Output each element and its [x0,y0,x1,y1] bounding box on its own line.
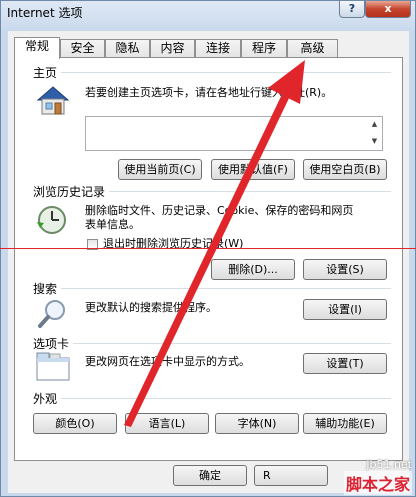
tabs-settings-button[interactable]: 设置(T) [303,353,387,374]
scroll-down-icon[interactable]: ▼ [368,137,381,145]
homepage-heading: 主页 [33,64,62,81]
tab-content[interactable]: 内容 [150,39,195,58]
general-tab-panel: 主页 若要创建主页选项卡，请在各地址行键入地址(R)。 ▲ ▼ 使用当前页(C)… [14,57,403,461]
tab-connections[interactable]: 连接 [195,39,241,58]
watermark: jb51.net 脚本之家 [343,458,412,495]
tabs-section-divider [73,343,391,344]
cancel-button[interactable]: R [254,465,328,486]
languages-button[interactable]: 语言(L) [125,413,209,434]
tab-advanced[interactable]: 高级 [287,39,338,58]
watermark-site: jb51.net [366,458,412,471]
house-icon [36,86,70,115]
use-current-button[interactable]: 使用当前页(C) [118,159,202,180]
use-default-button[interactable]: 使用默认值(F) [211,159,295,180]
colors-button[interactable]: 颜色(O) [33,413,117,434]
magnifier-icon [38,300,65,328]
fonts-button[interactable]: 字体(N) [215,413,299,434]
search-heading: 搜索 [33,280,62,297]
window-title: Internet 选项 [7,6,83,20]
delete-history-button[interactable]: 删除(D)... [211,259,295,280]
history-clock-icon [37,206,66,234]
appearance-divider [61,398,391,399]
tabbed-window-icon [36,352,70,381]
watermark-name: 脚本之家 [343,471,412,495]
annotation-red-line [0,248,416,249]
tabs-section-description: 更改网页在选项卡中显示的方式。 [85,355,250,368]
use-blank-button[interactable]: 使用空白页(B) [303,159,387,180]
history-description-line1: 删除临时文件、历史记录、Cookie、保存的密码和网页 [85,204,354,217]
search-settings-button[interactable]: 设置(I) [303,299,387,320]
homepage-description: 若要创建主页选项卡，请在各地址行键入地址(R)。 [85,86,333,99]
homepage-divider [51,72,391,73]
history-description-line2: 表单信息。 [85,218,140,231]
search-divider [61,288,391,289]
history-heading: 浏览历史记录 [33,183,110,200]
dialog-client: 常规 安全 隐私 内容 连接 程序 高级 主页 若要创建主页选项卡，请在各地址行… [8,31,409,493]
tab-privacy[interactable]: 隐私 [105,39,150,58]
tabs-section-heading: 选项卡 [33,335,74,352]
help-button[interactable]: ? [339,1,365,18]
ok-button[interactable]: 确定 [173,465,247,486]
tab-general[interactable]: 常规 [14,37,60,59]
homepage-address-input[interactable]: ▲ ▼ [85,116,383,151]
search-description: 更改默认的搜索提供程序。 [85,301,217,314]
tab-programs[interactable]: 程序 [241,39,287,58]
tab-security[interactable]: 安全 [60,39,105,58]
history-divider [107,191,391,192]
close-button[interactable]: x [365,1,411,18]
scroll-up-icon[interactable]: ▲ [368,120,381,128]
appearance-heading: 外观 [33,390,62,407]
history-settings-button[interactable]: 设置(S) [303,259,387,280]
accessibility-button[interactable]: 辅助功能(E) [303,413,387,434]
title-bar[interactable]: Internet 选项 ? x [1,1,415,23]
